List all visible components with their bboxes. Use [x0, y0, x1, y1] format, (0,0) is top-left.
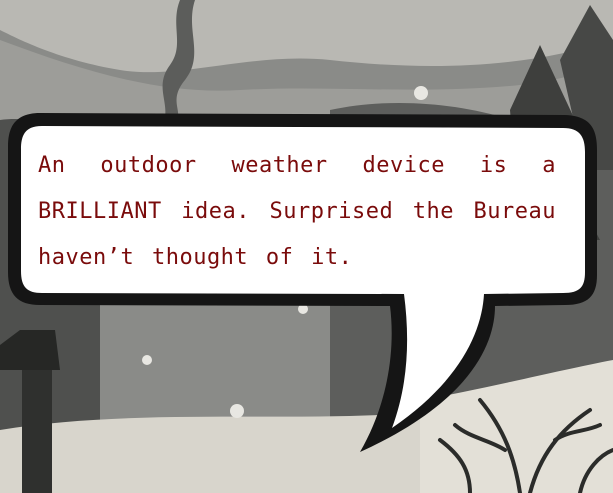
speech-bubble-text: An outdoor weather device is a BRILLIANT… — [38, 153, 556, 270]
